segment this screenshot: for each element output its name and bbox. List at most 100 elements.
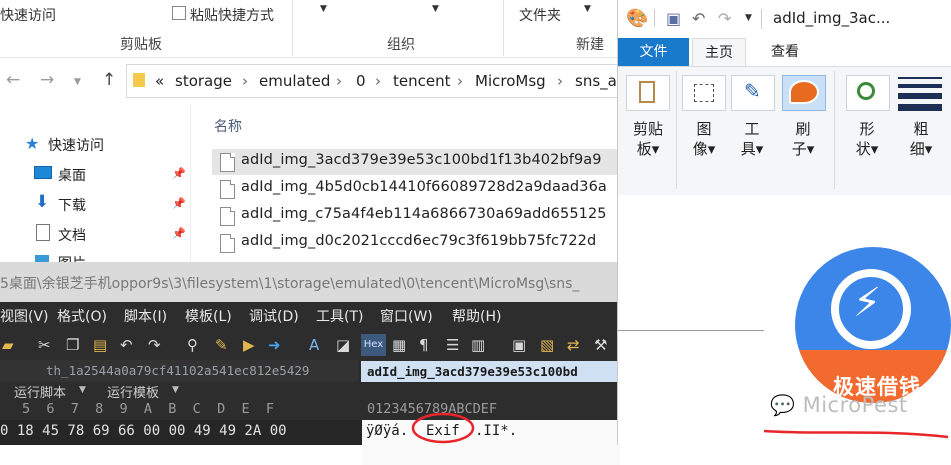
brush-icon (789, 80, 819, 104)
tools-button[interactable]: ✎ (731, 75, 775, 111)
find-in-files-icon[interactable]: ▶ (243, 336, 255, 354)
brushes-button[interactable] (782, 75, 826, 111)
documents-icon (36, 224, 50, 241)
menu-bar: 视图(V) 格式(O) 脚本(I) 模板(L) 调试(D) 工具(T) 窗口(W… (0, 302, 620, 330)
quick-access-button[interactable]: 快速访问 (0, 5, 56, 25)
breadcrumb-emulated[interactable]: emulated (259, 72, 330, 90)
tools-label[interactable]: 工 具▾ (732, 119, 772, 159)
menu-template[interactable]: 模板(L) (185, 306, 232, 326)
forward-arrow-icon[interactable]: → (40, 70, 54, 90)
pin-icon[interactable]: 📌 (172, 167, 186, 180)
find-replace-icon[interactable]: ✎ (215, 336, 228, 354)
clipboard-button[interactable] (626, 75, 670, 111)
run-script-button[interactable]: 运行脚本 (14, 382, 66, 401)
script-template-bar: 运行脚本 ▼ 运行模板 ▼ (0, 382, 620, 401)
exif-annotation-circle (411, 412, 475, 444)
breadcrumb-0[interactable]: 0 (356, 72, 366, 90)
shapes-button[interactable] (846, 75, 890, 111)
ascii-pane: ÿØÿá. Exif .II*. (362, 420, 620, 465)
nav-downloads[interactable]: 下载 (58, 195, 86, 215)
window-title: adId_img_3ac... (773, 9, 891, 27)
file-icon (220, 180, 235, 199)
menu-window[interactable]: 窗口(W) (380, 306, 433, 326)
list-icon[interactable]: ☰ (446, 336, 459, 354)
breadcrumb-tencent[interactable]: tencent (393, 72, 450, 90)
menu-view[interactable]: 视图(V) (0, 306, 49, 326)
back-arrow-icon[interactable]: ← (6, 70, 20, 90)
hex-bytes[interactable]: 0 18 45 78 69 66 00 00 49 49 2A 00 (0, 423, 287, 439)
hex-mode-button[interactable]: Hex (361, 334, 386, 356)
breadcrumb-micromsg[interactable]: MicroMsg (475, 72, 546, 90)
recent-locations-icon[interactable]: ▼ (74, 77, 81, 87)
file-path: 5桌面\余银芝手机oppor9s\3\filesystem\1\storage\… (0, 276, 580, 292)
clipboard-label[interactable]: 剪贴 板▾ (628, 119, 668, 159)
highlight-icon[interactable]: ◪ (336, 336, 350, 354)
menu-help[interactable]: 帮助(H) (452, 306, 501, 326)
chevron-down-icon[interactable]: ▼ (172, 385, 179, 395)
paste-shortcut-button[interactable]: 粘贴快捷方式 (190, 5, 274, 25)
file-row[interactable]: adId_img_4b5d0cb14410f66089728d2a9daad36… (212, 176, 617, 202)
pilcrow-icon[interactable]: ¶ (419, 336, 429, 354)
file-row[interactable]: adId_img_c75a4f4eb114a6866730a69add65512… (212, 203, 617, 229)
image-button[interactable] (682, 75, 726, 111)
size-label[interactable]: 粗 细▾ (901, 119, 941, 159)
new-folder-button[interactable]: 文件夹 (519, 5, 561, 25)
ascii-prefix[interactable]: ÿØÿá. (366, 423, 408, 439)
script-icon[interactable]: ⇄ (567, 336, 580, 354)
address-overflow[interactable]: « (155, 72, 164, 90)
chevron-down-icon[interactable]: ▼ (584, 4, 591, 14)
image-label[interactable]: 图 像▾ (684, 119, 724, 159)
undo-icon[interactable]: ↶ (692, 9, 705, 28)
run-template-button[interactable]: 运行模板 (107, 382, 159, 401)
menu-format[interactable]: 格式(O) (57, 306, 107, 326)
brushes-label[interactable]: 刷 子▾ (783, 119, 823, 159)
tab-home[interactable]: 主页 (692, 38, 746, 67)
nav-desktop[interactable]: 桌面 (58, 165, 86, 185)
chevron-down-icon[interactable]: ▼ (432, 4, 439, 14)
nav-documents[interactable]: 文档 (58, 225, 86, 245)
nav-quick-access[interactable]: 快速访问 (48, 135, 104, 155)
menu-debug[interactable]: 调试(D) (249, 306, 299, 326)
open-icon[interactable]: ▰ (2, 336, 14, 354)
font-icon[interactable]: A (309, 336, 319, 354)
shapes-label[interactable]: 形 状▾ (847, 119, 887, 159)
pin-icon[interactable]: 📌 (172, 227, 186, 240)
undo-icon[interactable]: ↶ (120, 336, 133, 354)
pin-icon[interactable]: 📌 (172, 197, 186, 210)
tab-adid-img[interactable]: adId_img_3acd379e39e53c100bd (361, 361, 620, 382)
chevron-down-icon[interactable]: ▼ (79, 385, 86, 395)
hex-offsets-header: 5 6 7 8 9 A B C D E F (22, 401, 274, 417)
file-icon (220, 207, 235, 226)
calculator-icon[interactable]: ▣ (512, 336, 526, 354)
file-row[interactable]: adId_img_3acd379e39e53c100bd1f13b402bf9a… (212, 149, 617, 175)
ascii-suffix[interactable]: .II*. (475, 423, 517, 439)
cut-icon[interactable]: ✂ (38, 336, 51, 354)
menu-tools[interactable]: 工具(T) (316, 306, 363, 326)
save-icon[interactable]: ▣ (666, 9, 681, 28)
paint-ribbon: 剪贴 板▾ 图 像▾ ✎ 工 具▾ 刷 子▾ 形 状▾ 粗 细▾ (618, 66, 951, 196)
paste-icon[interactable]: ▤ (93, 336, 107, 354)
address-bar[interactable]: « storage › emulated › 0 › tencent › Mic… (126, 64, 626, 98)
columns-icon[interactable]: ▦ (392, 336, 406, 354)
tab-view[interactable]: 查看 (771, 38, 799, 66)
menu-script[interactable]: 脚本(I) (124, 306, 167, 326)
redo-icon[interactable]: ↷ (718, 9, 731, 28)
chevron-down-icon[interactable]: ▼ (320, 4, 327, 14)
find-icon[interactable]: ⚲ (187, 336, 198, 354)
file-row[interactable]: adId_img_d0c2021cccd6ec79c3f619bb75fc722… (212, 230, 617, 256)
line-width-icon[interactable] (898, 75, 942, 111)
breadcrumb-separator: › (242, 72, 248, 90)
tab-th-file[interactable]: th_1a2544a0a79cf41102a541ec812e5429 (0, 360, 358, 382)
redo-icon[interactable]: ↷ (148, 336, 161, 354)
up-arrow-icon[interactable]: ↑ (102, 70, 116, 90)
compare-icon[interactable]: ▥ (471, 336, 485, 354)
tab-file[interactable]: 文件 (618, 38, 689, 66)
template-icon[interactable]: ▧ (540, 336, 554, 354)
canvas-edge-line (618, 330, 764, 331)
column-header-name[interactable]: 名称 (214, 116, 242, 136)
debug-icon[interactable]: ⚒ (594, 336, 607, 354)
goto-icon[interactable]: ➜ (268, 336, 281, 354)
copy-icon[interactable]: ❐ (66, 336, 79, 354)
breadcrumb-storage[interactable]: storage (175, 72, 232, 90)
customize-toolbar-icon[interactable]: ▼ (745, 13, 752, 23)
